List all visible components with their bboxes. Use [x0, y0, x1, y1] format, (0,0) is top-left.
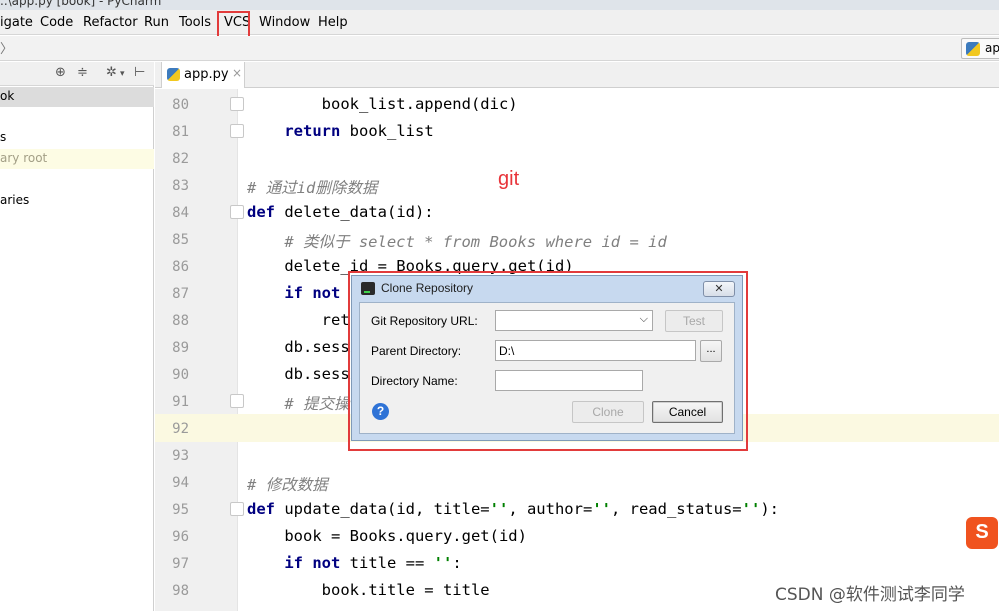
git-repository-url-label: Git Repository URL:: [371, 314, 478, 328]
line-number: 82: [172, 151, 189, 167]
git-repository-url-combobox[interactable]: ⌵: [495, 310, 653, 331]
gear-icon[interactable]: ✲: [106, 65, 117, 80]
clone-button[interactable]: Clone: [572, 401, 644, 423]
line-number: 83: [172, 178, 189, 194]
fold-marker-icon[interactable]: [230, 124, 244, 138]
code-line: book_list.append(dic): [247, 95, 518, 113]
tree-item-label: ary root: [0, 151, 48, 165]
code-line: ret: [247, 311, 350, 329]
cancel-button[interactable]: Cancel: [652, 401, 723, 423]
directory-name-field[interactable]: [495, 370, 643, 391]
code-line: # 提交操: [284, 395, 350, 413]
tree-item-label: ok: [0, 89, 15, 103]
code-line: db.sessi: [247, 338, 359, 356]
help-icon[interactable]: ?: [372, 403, 389, 420]
locate-icon[interactable]: ⊕: [55, 65, 66, 80]
line-number: 85: [172, 232, 189, 248]
editor-tab-bar: app.py ×: [155, 62, 999, 88]
project-toolbar: ⊕ ≑ ✲ ▾ ⊢: [0, 62, 154, 86]
menu-bar: igate Code Refactor Run Tools VCS Window…: [0, 10, 999, 35]
parent-directory-field[interactable]: D:\: [495, 340, 696, 361]
line-number: 93: [172, 448, 189, 464]
parent-directory-label: Parent Directory:: [371, 344, 462, 358]
line-number: 90: [172, 367, 189, 383]
tab-label: app.py: [184, 67, 229, 82]
dialog-body: Git Repository URL: ⌵ Test Parent Direct…: [359, 302, 735, 434]
dialog-title: Clone Repository: [381, 281, 474, 295]
watermark: CSDN @软件测试李同学: [775, 585, 965, 605]
code-line: # 通过id删除数据: [247, 179, 378, 197]
code-line: # 类似于 select * from Books where id = id: [284, 233, 667, 251]
line-number: 87: [172, 286, 189, 302]
hide-panel-icon[interactable]: ⊢: [134, 65, 145, 80]
window-title: ..\app.py [book] - PyCharm: [0, 0, 162, 8]
chevron-right-icon[interactable]: 〉: [0, 38, 13, 57]
pycharm-logo-icon: [361, 282, 375, 295]
line-number: 89: [172, 340, 189, 356]
menu-navigate[interactable]: igate: [0, 15, 33, 30]
test-button[interactable]: Test: [665, 310, 723, 332]
line-number: 84: [172, 205, 189, 221]
line-number: 92: [172, 421, 189, 437]
line-number: 95: [172, 502, 189, 518]
line-number: 97: [172, 556, 189, 572]
fold-marker-icon[interactable]: [230, 394, 244, 408]
code-line: def update_data(id, title='', author='',…: [247, 500, 779, 518]
line-number: 88: [172, 313, 189, 329]
code-line: db.sessi: [247, 365, 359, 383]
line-number: 81: [172, 124, 189, 140]
menu-tools[interactable]: Tools: [179, 15, 211, 30]
python-file-icon: [966, 42, 980, 56]
fold-marker-icon[interactable]: [230, 205, 244, 219]
menu-window[interactable]: Window: [259, 15, 310, 30]
code-line: book = Books.query.get(id): [247, 527, 527, 545]
line-number: 96: [172, 529, 189, 545]
browse-button[interactable]: ...: [700, 340, 722, 362]
line-number: 86: [172, 259, 189, 275]
code-line: def delete_data(id):: [247, 203, 434, 221]
clone-repository-dialog: Clone Repository ✕ Git Repository URL: ⌵…: [351, 275, 743, 441]
dialog-title-bar[interactable]: Clone Repository ✕: [352, 276, 742, 301]
collapse-icon[interactable]: ≑: [77, 65, 88, 80]
git-repository-url-label-text: Git Repository URL:: [371, 314, 478, 328]
menu-code[interactable]: Code: [40, 15, 73, 30]
python-file-icon: [167, 68, 180, 81]
code-line: book.title = title: [247, 581, 490, 599]
chevron-down-icon[interactable]: ⌵: [640, 313, 648, 326]
fold-marker-icon[interactable]: [230, 502, 244, 516]
tree-item-book[interactable]: ok: [0, 87, 154, 107]
tab-app-py[interactable]: app.py ×: [161, 62, 245, 88]
fold-marker-icon[interactable]: [230, 97, 244, 111]
tree-item-label: aries: [0, 193, 30, 207]
code-line: # 修改数据: [247, 476, 328, 494]
code-line: return book_list: [284, 122, 434, 140]
git-annotation-label: git: [498, 168, 520, 190]
run-configuration-label: ap: [985, 41, 999, 55]
line-number: 94: [172, 475, 189, 491]
gear-dropdown-icon[interactable]: ▾: [120, 69, 125, 79]
line-number: 80: [172, 97, 189, 113]
menu-run[interactable]: Run: [144, 15, 169, 30]
menu-help[interactable]: Help: [318, 15, 348, 30]
directory-name-label: Directory Name:: [371, 374, 458, 388]
ime-badge-icon[interactable]: S: [966, 517, 998, 549]
code-line: if not: [284, 284, 341, 302]
parent-directory-value: D:\: [499, 344, 515, 358]
tree-item[interactable]: s: [0, 128, 154, 148]
close-icon[interactable]: ✕: [703, 281, 735, 297]
project-panel: ⊕ ≑ ✲ ▾ ⊢ ok s ary root aries: [0, 62, 154, 611]
tree-item-library-root[interactable]: ary root: [0, 149, 154, 169]
line-number: 91: [172, 394, 189, 410]
menu-refactor[interactable]: Refactor: [83, 15, 138, 30]
window-title-bar: ..\app.py [book] - PyCharm: [0, 0, 999, 10]
close-tab-icon[interactable]: ×: [232, 66, 242, 80]
run-configuration-selector[interactable]: ap: [961, 38, 999, 59]
tree-item-external-libraries[interactable]: aries: [0, 191, 154, 211]
line-number: 98: [172, 583, 189, 599]
navigation-bar: 〉 ap: [0, 36, 999, 61]
tree-item-label: s: [0, 130, 7, 144]
code-line: if not title == '':: [284, 554, 462, 572]
